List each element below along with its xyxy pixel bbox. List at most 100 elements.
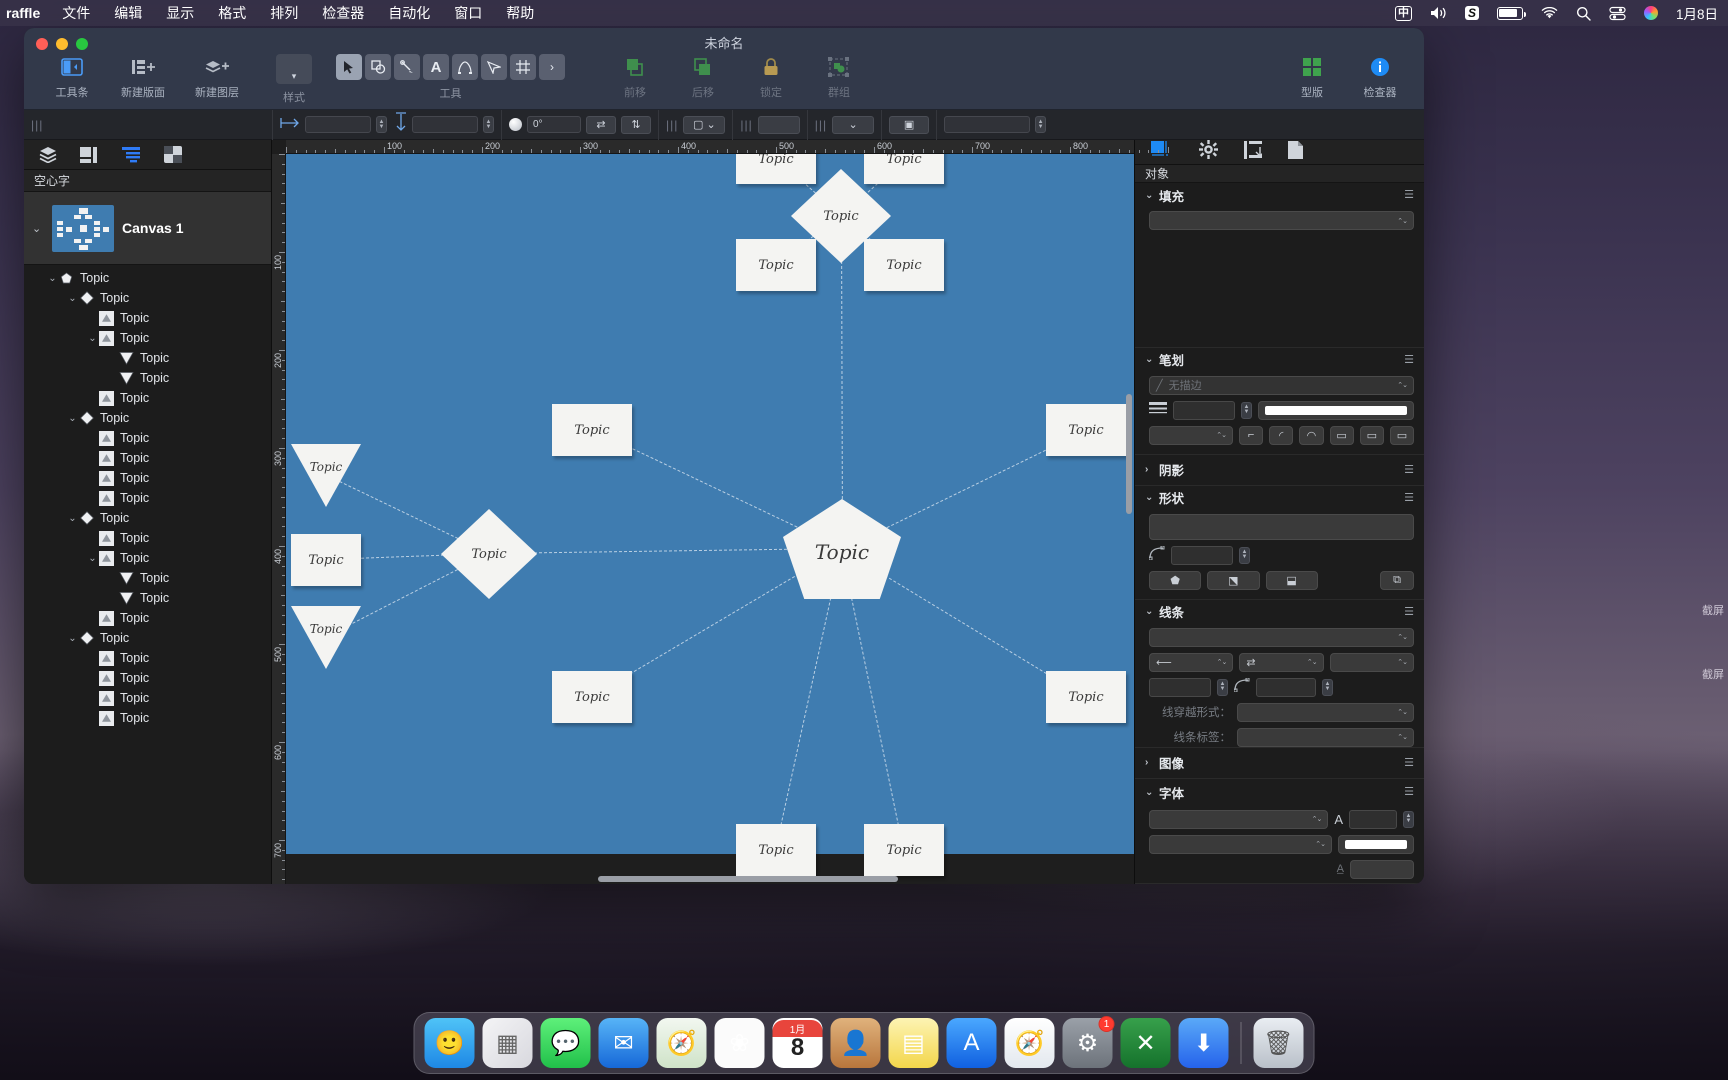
chevron-down-icon[interactable]: ⌄ [46,273,59,284]
height-stepper[interactable]: ▲ ▼ [483,116,494,133]
dock-item-launchpad[interactable]: ▦ [482,1018,533,1068]
toolbar-button-new-canvas[interactable]: 新建版面 [106,54,180,100]
canvas-node-rect[interactable]: Topic [1046,404,1126,456]
extra-stepper[interactable]: ▲ ▼ [1035,116,1047,133]
outline-row[interactable]: Topic [24,568,271,588]
dock-item-photos[interactable]: ❀ [714,1018,765,1068]
cap-round-button[interactable]: ▭ [1359,425,1384,445]
style-swatch-button[interactable]: ▾ [276,54,312,84]
width-stepper[interactable]: ▲ ▼ [376,116,387,133]
shape-picker[interactable] [1149,513,1414,540]
dock-item-settings[interactable]: ⚙ 1 [1062,1016,1115,1068]
menu-item-automation[interactable]: 自动化 [376,0,442,26]
rotation-knob[interactable] [509,118,522,131]
outline-tree[interactable]: ⌄ Topic ⌄ Topic Topic ⌄ Topic Topic Topic Topic ⌄ T… [24,265,271,884]
tool-text[interactable]: A [423,54,449,80]
tool-select[interactable] [336,54,362,80]
drawing-board[interactable]: Topic Topic Topic Topic Topic Topic Topic Topic… [286,154,1134,884]
canvas-node-rect[interactable]: Topic [736,239,816,291]
toolbar-button-send-backward[interactable]: 后移 [669,54,737,100]
canvas-node-diamond[interactable]: Topic [441,509,537,599]
toolbar-button-inspector[interactable]: 检查器 [1346,54,1414,100]
outline-row[interactable]: ⌄ Topic [24,628,271,648]
canvas-node-triangle-up[interactable]: Topic [291,444,361,507]
fill-grip[interactable]: ||| [666,118,678,132]
tool-line[interactable] [394,54,420,80]
font-kerning-input[interactable] [1350,859,1414,879]
outline-row[interactable]: Topic [24,448,271,468]
font-section-menu-icon[interactable]: ☰ [1404,787,1414,798]
toolbar-button-bring-forward[interactable]: 前移 [601,54,669,100]
outline-row[interactable]: Topic [24,528,271,548]
menu-item-format[interactable]: 格式 [206,0,258,26]
shadow-section-menu-icon[interactable]: ☰ [1404,464,1414,475]
font-color-swatch[interactable] [1338,834,1414,854]
outline-row[interactable]: Topic [24,488,271,508]
outline-row[interactable]: Topic [24,468,271,488]
line-offset-stepper[interactable]: ▲ ▼ [1217,678,1228,696]
fill-section-header[interactable]: ⌄ 填充 ☰ [1135,183,1424,207]
stroke-width-stepper[interactable]: ▲ ▼ [1241,401,1252,419]
sidebar-tab-layers[interactable] [38,146,58,163]
dock-item-trash[interactable]: 🗑 [1253,1018,1304,1068]
toolbar-button-lock[interactable]: 锁定 [737,54,805,100]
sidebar-tab-canvases[interactable] [80,146,100,163]
stroke-grip[interactable]: ||| [740,118,752,132]
inspector-tab-object[interactable] [1151,140,1173,164]
outline-row[interactable]: Topic [24,308,271,328]
outline-row[interactable]: Topic [24,588,271,608]
dock-item-maps[interactable]: 🧭 [656,1018,707,1068]
stroke-section-menu-icon[interactable]: ☰ [1404,354,1414,365]
menu-item-arrange[interactable]: 排列 [258,0,310,26]
font-size-input[interactable] [1349,809,1397,829]
control-center-icon[interactable] [1600,0,1635,26]
stroke-color-swatch[interactable] [1258,400,1414,420]
outline-row[interactable]: ⌄ Topic [24,408,271,428]
dock-item-messages[interactable]: 💬 [540,1018,591,1068]
canvas-node-rect[interactable]: Topic [864,154,944,184]
outline-row[interactable]: ⌄ Topic [24,268,271,288]
dock-item-calendar[interactable]: 1月 8 [772,1018,823,1068]
outline-row[interactable]: Topic [24,388,271,408]
line-cross-popup[interactable] [1237,702,1414,722]
outline-row[interactable]: ⌄ Topic [24,508,271,528]
cap-square-button[interactable]: ▭ [1389,425,1415,445]
outline-row[interactable]: ⌄ Topic [24,328,271,348]
stroke-popup[interactable] [757,115,800,134]
image-section-header[interactable]: › 图像 ☰ [1135,748,1424,778]
font-family-popup[interactable] [1149,809,1329,829]
inspector-tab-settings[interactable] [1199,140,1218,164]
line-arrow-end-popup[interactable]: ⇄ [1239,652,1324,672]
chevron-down-icon[interactable]: ⌄ [66,293,79,304]
canvas-disclosure-icon[interactable]: ⌄ [32,222,44,235]
shadow-popup[interactable]: ▣ [889,115,930,134]
outline-row[interactable]: Topic [24,368,271,388]
outline-row[interactable]: Topic [24,668,271,688]
dock-item-contacts[interactable]: 👤 [830,1018,881,1068]
toolbar-button-stencil[interactable]: 型版 [1278,54,1346,100]
font-size-stepper[interactable]: ▲ ▼ [1403,810,1414,828]
input-method-icon[interactable]: 中 [1386,0,1421,26]
line-curve-stepper[interactable]: ▲ ▼ [1322,678,1333,696]
line-arrow-size-popup[interactable] [1329,652,1414,672]
outline-row[interactable]: Topic [24,608,271,628]
sidebar-tab-outline[interactable] [122,146,142,163]
line-curve-input[interactable] [1256,677,1316,697]
fill-popup[interactable]: ▢ ⌄ [683,115,726,134]
canvas-node-rect[interactable]: Topic [291,534,361,586]
chevron-down-icon[interactable]: ⌄ [66,633,79,644]
outline-row[interactable]: ⌄ Topic [24,288,271,308]
menu-item-file[interactable]: 文件 [50,0,102,26]
inspector-tab-canvas[interactable] [1244,140,1265,164]
image-section-menu-icon[interactable]: ☰ [1404,757,1414,768]
flip-horizontal-button[interactable]: ⇄ [586,115,616,134]
lines-section-menu-icon[interactable]: ☰ [1404,606,1414,617]
corner-radius-stepper[interactable]: ▲ ▼ [1239,546,1250,564]
dock-item-safari[interactable]: 🧭 [1004,1018,1055,1068]
dock-item-finder[interactable]: 🙂 [424,1018,475,1068]
shape-union-button[interactable]: ⬔ [1207,570,1260,590]
flip-vertical-button[interactable]: ⇅ [621,115,651,134]
canvas-node-rect[interactable]: Topic [736,154,816,184]
menubar-date[interactable]: 1月8日 [1667,0,1728,26]
rotation-input[interactable]: 0° [527,116,581,133]
